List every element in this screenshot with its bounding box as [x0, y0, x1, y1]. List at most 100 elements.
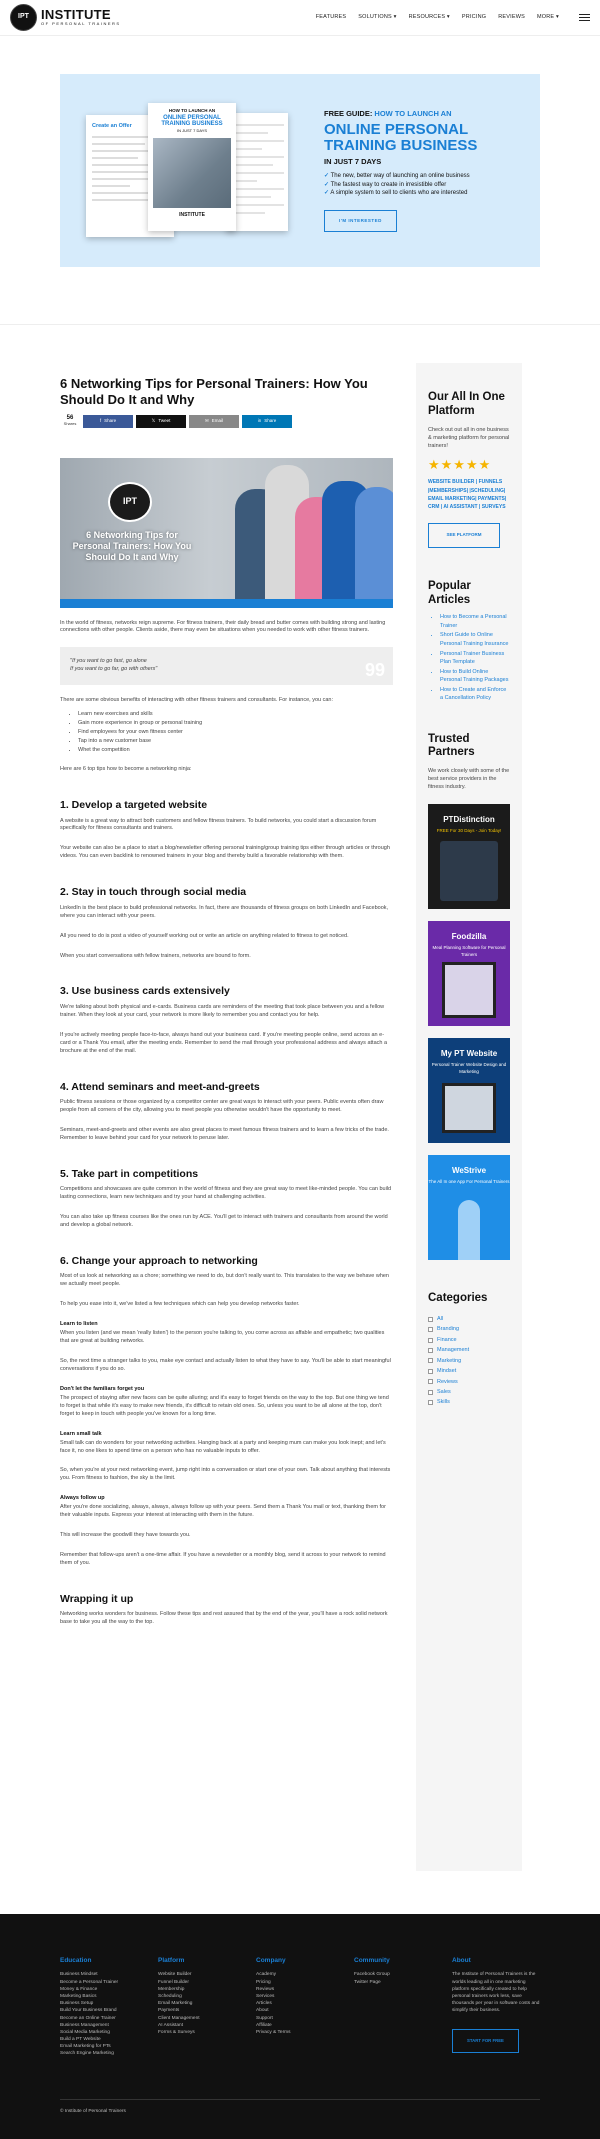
- paragraph: A website is a great way to attract both…: [60, 817, 377, 832]
- footer-link[interactable]: Academy: [256, 1971, 354, 1978]
- footer-link[interactable]: Build a PT Website: [60, 2036, 158, 2043]
- benefits-list: Learn new exercises and skills Gain more…: [60, 710, 393, 754]
- popular-article-link[interactable]: How to Become a Personal Trainer: [440, 613, 510, 630]
- popular-article-link[interactable]: Personal Trainer Business Plan Template: [440, 650, 510, 667]
- linkedin-share-button[interactable]: in Share: [242, 414, 292, 428]
- nav-reviews[interactable]: REVIEWS: [498, 14, 525, 22]
- nav-solutions[interactable]: SOLUTIONS ▾: [358, 14, 396, 22]
- category-marketing[interactable]: Marketing: [428, 1356, 510, 1366]
- footer-link[interactable]: Website Builder: [158, 1971, 256, 1978]
- nav-pricing[interactable]: PRICING: [462, 14, 486, 22]
- start-for-free-button[interactable]: START FOR FREE: [452, 2028, 519, 2053]
- nav-resources[interactable]: RESOURCES ▾: [409, 14, 450, 22]
- footer-link[interactable]: Pricing: [256, 1979, 354, 1986]
- checkbox-icon[interactable]: [428, 1358, 433, 1364]
- cover-line2: ONLINE PERSONAL TRAINING BUSINESS: [161, 114, 223, 128]
- paragraph: The prospect of staying after new faces …: [60, 1394, 389, 1417]
- category-management[interactable]: Management: [428, 1345, 510, 1355]
- nav-more[interactable]: MORE ▾: [537, 14, 559, 22]
- category-all[interactable]: All: [428, 1314, 510, 1324]
- hamburger-icon[interactable]: [579, 14, 590, 21]
- footer-link[interactable]: Marketing Basics: [60, 1993, 158, 2000]
- footer-link[interactable]: Reviews: [256, 1986, 354, 1993]
- partner-ad-ptdistinction[interactable]: PTDistinction FREE For 30 Days - Join To…: [428, 804, 510, 910]
- category-mindset[interactable]: Mindset: [428, 1366, 510, 1376]
- footer-link[interactable]: Payments: [158, 2007, 256, 2014]
- guide-preview-image: Create an Offer HOW TO LAUNCH AN ONLINE …: [86, 103, 288, 238]
- footer-link[interactable]: AI Assistant: [158, 2022, 256, 2029]
- trainer-photo: [458, 1200, 480, 1261]
- footer-link[interactable]: Scheduling: [158, 1993, 256, 2000]
- logo[interactable]: IPT INSTITUTE OF PERSONAL TRAINERS: [10, 4, 121, 31]
- category-sales[interactable]: Sales: [428, 1387, 510, 1397]
- footer-link[interactable]: Forms & Surveys: [158, 2029, 256, 2036]
- partners-text: We work closely with some of the best se…: [428, 768, 510, 791]
- footer-link[interactable]: Build Your Business Brand: [60, 2007, 158, 2014]
- footer-link[interactable]: Business Management: [60, 2022, 158, 2029]
- nav-features[interactable]: FEATURES: [316, 14, 347, 22]
- category-skills[interactable]: Skills: [428, 1397, 510, 1407]
- twitter-share-button[interactable]: 𝕏 Tweet: [136, 414, 186, 428]
- x-icon: 𝕏: [151, 417, 156, 423]
- site-header: IPT INSTITUTE OF PERSONAL TRAINERS FEATU…: [0, 0, 600, 36]
- partner-ad-westrive[interactable]: WeStrive The All In one App For Personal…: [428, 1155, 510, 1261]
- footer-link[interactable]: Business Mindset: [60, 1971, 158, 1978]
- paragraph: Remember that follow-ups aren't a one-ti…: [60, 1552, 386, 1567]
- category-reviews[interactable]: Reviews: [428, 1377, 510, 1387]
- category-branding[interactable]: Branding: [428, 1324, 510, 1334]
- footer-link[interactable]: Search Engine Marketing: [60, 2050, 158, 2057]
- footer-link[interactable]: Become a Personal Trainer: [60, 1979, 158, 1986]
- checkbox-icon[interactable]: [428, 1347, 433, 1353]
- footer-link[interactable]: Affiliate: [256, 2022, 354, 2029]
- popular-article-link[interactable]: How to Create and Enforce a Cancellation…: [440, 686, 510, 703]
- list-item: Gain more experience in group or persona…: [78, 719, 393, 728]
- checkbox-icon[interactable]: [428, 1379, 433, 1385]
- footer-link[interactable]: About: [256, 2007, 354, 2014]
- footer-link[interactable]: Membership: [158, 1986, 256, 1993]
- partner-ad-my-pt-website[interactable]: My PT Website Personal Trainer Website D…: [428, 1038, 510, 1144]
- hero-footer-bar: [60, 598, 393, 608]
- footer-link[interactable]: Business Setup: [60, 2000, 158, 2007]
- checkbox-icon[interactable]: [428, 1316, 433, 1322]
- ipt-badge: IPT: [108, 481, 152, 522]
- platform-feature-links[interactable]: WEBSITE BUILDER | FUNNELS |MEMBERSHIPS| …: [428, 478, 510, 511]
- promo-bullet: ✓ The fastest way to create in irresisti…: [324, 181, 447, 188]
- list-item: Whet the competition: [78, 746, 393, 755]
- star-rating-icon: ★★★★★: [428, 456, 492, 472]
- footer-link[interactable]: Facebook Group: [354, 1971, 452, 1978]
- footer-link[interactable]: Become an Online Trainer: [60, 2015, 158, 2022]
- list-item: Find employees for your own fitness cent…: [78, 728, 393, 737]
- facebook-share-button[interactable]: f Share: [83, 414, 133, 428]
- footer-link[interactable]: Email Marketing for PTs: [60, 2043, 158, 2050]
- footer-link[interactable]: Funnel Builder: [158, 1979, 256, 1986]
- footer-link[interactable]: Twitter Page: [354, 1979, 452, 1986]
- checkbox-icon[interactable]: [428, 1400, 433, 1406]
- footer-link[interactable]: Privacy & Terms: [256, 2029, 354, 2036]
- popular-articles-list: How to Become a Personal Trainer Short G…: [428, 613, 510, 702]
- interested-button[interactable]: I'M INTERESTED: [324, 209, 397, 233]
- footer-link[interactable]: Support: [256, 2015, 354, 2022]
- partner-ad-foodzilla[interactable]: Foodzilla Meal Planning Software for Per…: [428, 921, 510, 1027]
- quote-block: "If you want to go fast, go alone If you…: [60, 647, 393, 686]
- checkbox-icon[interactable]: [428, 1337, 433, 1343]
- paragraph: Seminars, meet-and-greets and other even…: [60, 1126, 389, 1141]
- footer-link[interactable]: Money & Finance: [60, 1986, 158, 1993]
- see-platform-button[interactable]: SEE PLATFORM: [428, 523, 500, 548]
- popular-article-link[interactable]: How to Build Online Personal Training Pa…: [440, 668, 510, 685]
- paragraph: To help you ease into it, we've listed a…: [60, 1300, 300, 1307]
- paragraph: So, the next time a stranger talks to yo…: [60, 1357, 391, 1372]
- partners-heading: Trusted Partners: [428, 732, 475, 759]
- checkbox-icon[interactable]: [428, 1389, 433, 1395]
- footer-link[interactable]: Services: [256, 1993, 354, 2000]
- paragraph: Your website can also be a place to star…: [60, 845, 390, 860]
- checkbox-icon[interactable]: [428, 1327, 433, 1333]
- categories-heading: Categories: [428, 1292, 488, 1305]
- checkbox-icon[interactable]: [428, 1368, 433, 1374]
- popular-article-link[interactable]: Short Guide to Online Personal Training …: [440, 631, 510, 648]
- category-finance[interactable]: Finance: [428, 1335, 510, 1345]
- footer-link[interactable]: Articles: [256, 2000, 354, 2007]
- footer-link[interactable]: Client Management: [158, 2015, 256, 2022]
- footer-link[interactable]: Email Marketing: [158, 2000, 256, 2007]
- footer-link[interactable]: Social Media Marketing: [60, 2029, 158, 2036]
- email-share-button[interactable]: ✉ Email: [189, 414, 239, 428]
